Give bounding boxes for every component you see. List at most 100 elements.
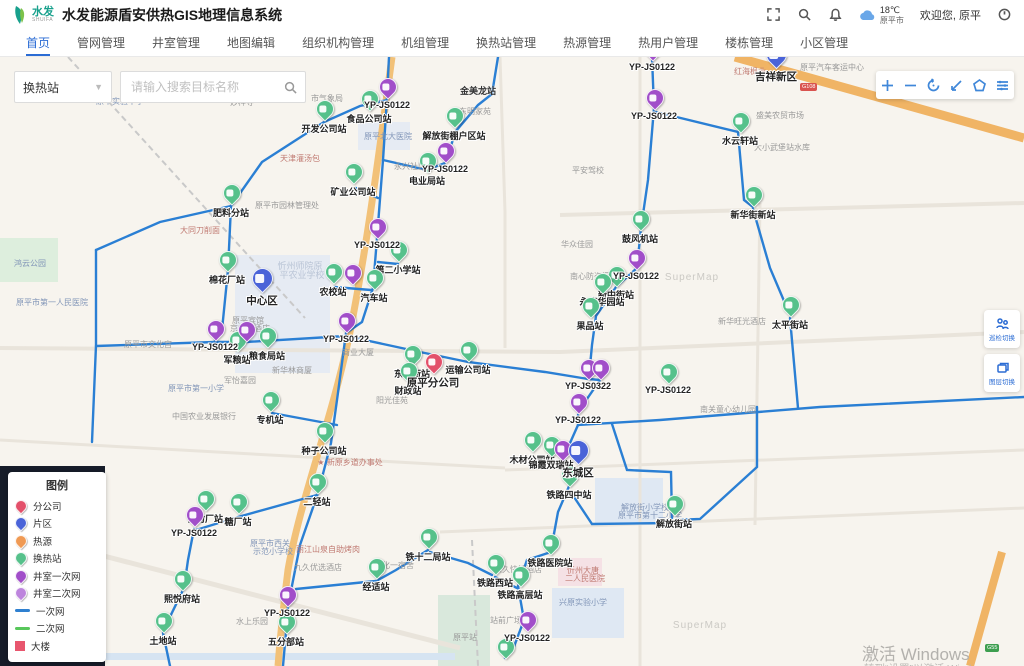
marker-label: 粮食局站 (249, 349, 285, 362)
fullscreen-icon[interactable] (766, 7, 781, 22)
map-label: 示范小学校 (253, 546, 293, 557)
legend-item: 热源 (15, 532, 99, 550)
zoom-out-icon[interactable] (902, 76, 920, 94)
tab-9[interactable]: 楼栋管理 (725, 30, 773, 56)
tab-7[interactable]: 热源管理 (563, 30, 611, 56)
marker-label: YP-JS0122 (631, 111, 677, 121)
marker-label: 糖厂站 (224, 515, 251, 528)
map-label: 丽江山泉自助烤肉 (296, 544, 360, 555)
marker-label: 铁路高层站 (497, 588, 542, 601)
marker-label: YP-JS0122 (422, 164, 468, 174)
search-icon[interactable] (797, 7, 812, 22)
primary-network-pipe (578, 397, 1024, 425)
legend-item: 井室一次网 (15, 567, 99, 585)
marker-label: 电业局站 (409, 174, 445, 187)
marker-label: 棉花厂站 (209, 273, 245, 286)
marker-label: YP-JS0122 (171, 528, 217, 538)
legend-item-label: 热源 (33, 534, 52, 548)
map-label: 金美龙站 (460, 84, 496, 97)
patrol-switch-label: 巡检切换 (989, 332, 1015, 342)
map-label: 原平市第一小学 (168, 383, 224, 394)
legend-pin-icon (13, 585, 30, 602)
layer-type-select[interactable]: 换热站 ▼ (14, 71, 112, 103)
map-label: 军怡嘉园 (224, 375, 256, 386)
map-search-input[interactable] (129, 79, 284, 95)
primary-network-pipe (790, 318, 798, 408)
marker-label: 铁十二局站 (405, 550, 450, 563)
reset-view-icon[interactable] (925, 76, 943, 94)
tab-home[interactable]: 首页 (26, 30, 50, 56)
tab-1[interactable]: 管网管理 (77, 30, 125, 56)
marker-label: 军粮站 (223, 353, 250, 366)
shuifa-logo-icon (12, 5, 28, 25)
tab-3[interactable]: 地图编辑 (227, 30, 275, 56)
map-legend: 图例 分公司片区热源换热站井室一次网井室二次网一次网二次网大楼 (8, 472, 106, 662)
marker-label: 太平街站 (772, 318, 808, 331)
marker-label: 开发公司站 (301, 122, 346, 135)
weather-temp: 18℃ (880, 5, 904, 16)
marker-label: 果品站 (576, 319, 603, 332)
map-label: ★ 新原乡道办事处 (317, 457, 382, 468)
logout-icon[interactable] (997, 7, 1012, 22)
marker-label: 新华街新站 (730, 208, 775, 221)
marker-label: YP-JS0122 (192, 342, 238, 352)
school-block-2 (552, 588, 624, 638)
legend-item-label: 一次网 (36, 604, 65, 618)
legend-item-label: 换热站 (33, 551, 62, 565)
road-badge: G55 (985, 644, 999, 652)
legend-pin-icon (13, 550, 30, 567)
map-label: 新华旺光酒店 (718, 316, 766, 327)
measure-area-icon[interactable] (971, 76, 989, 94)
marker-label: YP-JS0122 (504, 633, 550, 643)
legend-square-icon (15, 641, 25, 651)
map-label: 平安驾校 (572, 165, 604, 176)
layer-type-value: 换热站 (23, 79, 59, 96)
tab-6[interactable]: 换热站管理 (476, 30, 536, 56)
weather-city: 原平市 (880, 16, 904, 26)
bell-icon[interactable] (828, 7, 843, 22)
legend-item-label: 井室一次网 (33, 569, 81, 583)
map-label: 大小武堡站水库 (754, 142, 810, 153)
marker-label: 中心区 (246, 293, 278, 308)
map-label: 原平汽车客运中心 (800, 62, 864, 73)
map-label: 原平北大医院 (364, 131, 412, 142)
marker-label: YP-JS0322 (565, 381, 611, 391)
legend-item: 片区 (15, 515, 99, 533)
zoom-in-icon[interactable] (879, 76, 897, 94)
map-label: 原平市文化宫 (124, 339, 172, 350)
layer-switch-button[interactable]: 图层切换 (984, 354, 1020, 392)
tab-4[interactable]: 组织机构管理 (302, 30, 374, 56)
legend-pin-icon (13, 497, 30, 514)
marker-label: 解放街棚户区站 (422, 129, 485, 142)
logo-subtext: SHUIFA (32, 18, 54, 23)
map-label: 华众佳园 (561, 239, 593, 250)
tab-5[interactable]: 机组管理 (401, 30, 449, 56)
legend-title: 图例 (15, 477, 99, 493)
marker-label: 五分部站 (268, 635, 304, 648)
marker-label: 专机站 (256, 413, 283, 426)
tab-2[interactable]: 井室管理 (152, 30, 200, 56)
measure-distance-icon[interactable] (948, 76, 966, 94)
tab-10[interactable]: 小区管理 (800, 30, 848, 56)
tab-8[interactable]: 热用户管理 (638, 30, 698, 56)
marker-label: 经适站 (362, 580, 389, 593)
weather-widget: 18℃ 原平市 (859, 5, 904, 25)
search-icon[interactable] (284, 81, 297, 94)
layers-icon (995, 360, 1010, 375)
patrol-icon (995, 316, 1010, 331)
legend-pin-icon (13, 567, 30, 584)
marker-label: 种子公司站 (301, 444, 346, 457)
legend-item: 分公司 (15, 497, 99, 515)
legend-line-icon (15, 609, 30, 612)
patrol-switch-button[interactable]: 巡检切换 (984, 310, 1020, 348)
map-toolbar (876, 71, 1014, 99)
marker-label: 食品公司站 (346, 112, 391, 125)
layer-settings-icon[interactable] (994, 76, 1012, 94)
map-label: 站前广场 (490, 615, 522, 626)
map-canvas[interactable]: 换热站 ▼ 巡检切换 (0, 57, 1024, 666)
map-label: 新华林商厦 (272, 365, 312, 376)
legend-item-label: 二次网 (36, 621, 65, 635)
map-label: 天津灌汤包 (280, 153, 320, 164)
marker-label: 解放街站 (656, 517, 692, 530)
map-label: 二人民医院 (565, 573, 605, 584)
